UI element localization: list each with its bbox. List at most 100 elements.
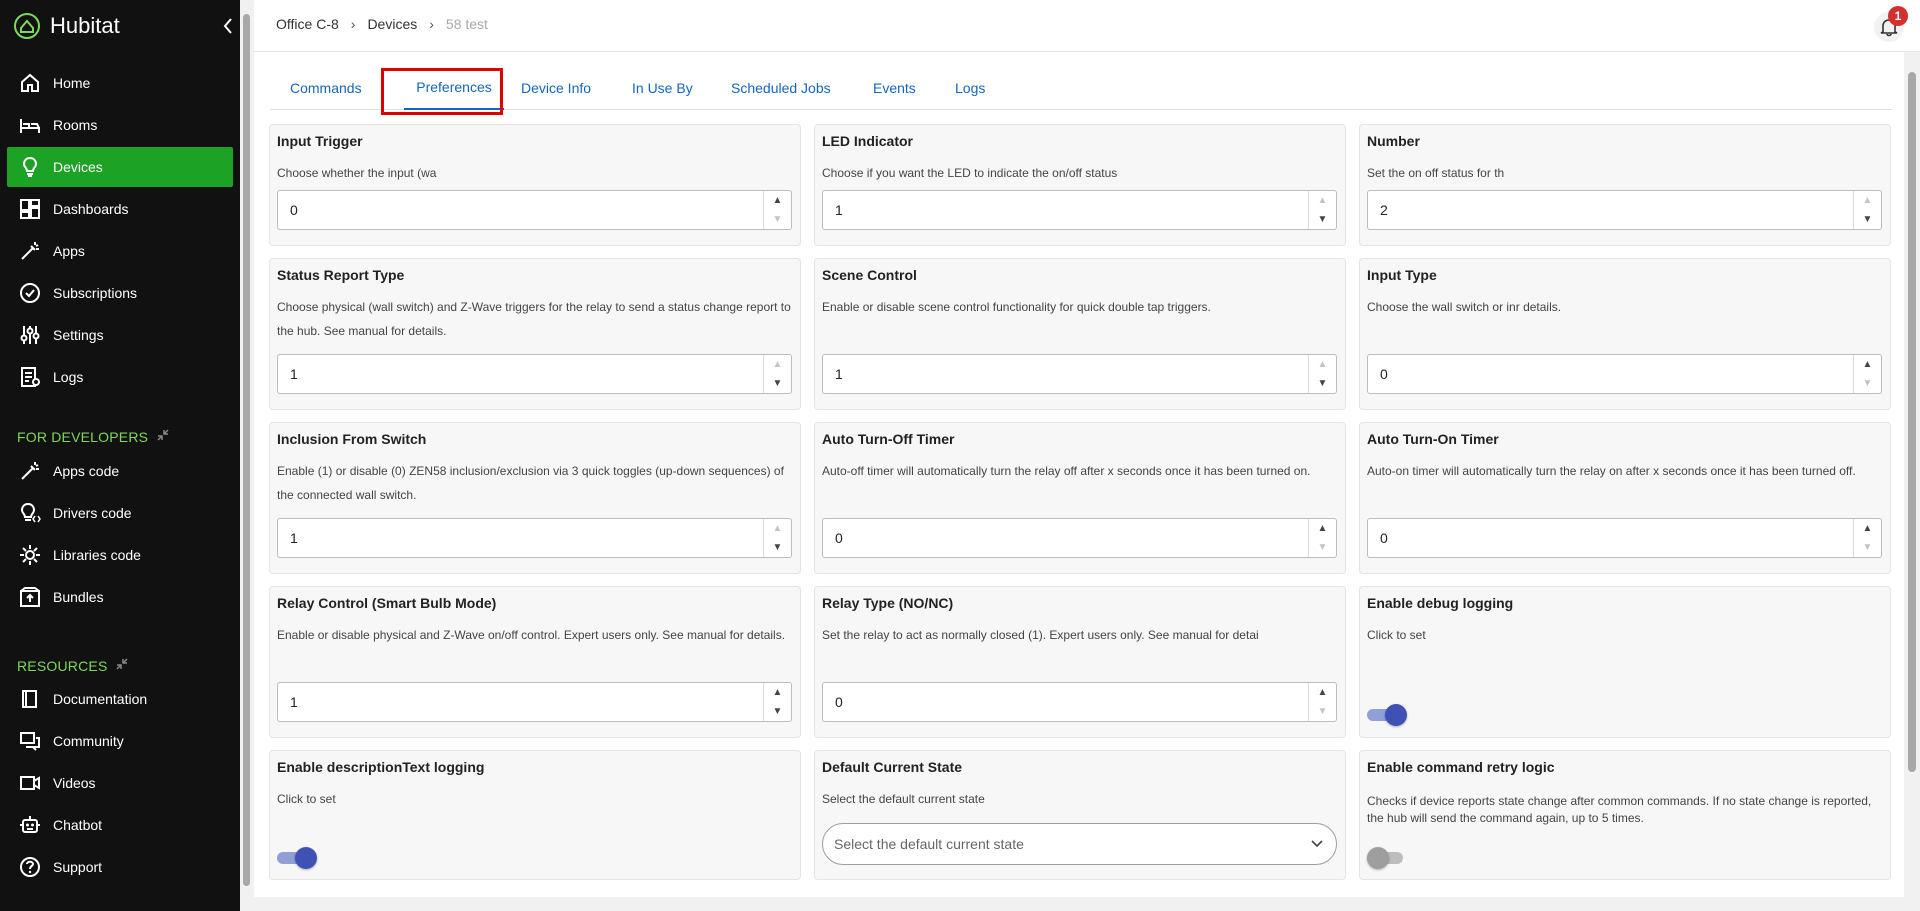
pref-auto-turn-off-timer: Auto Turn-Off Timer Auto-off timer will …	[814, 422, 1346, 574]
breadcrumb-hub[interactable]: Office C-8	[276, 16, 339, 32]
sidebar-item-dashboards[interactable]: Dashboards	[7, 189, 233, 229]
sidebar-item-subscriptions[interactable]: Subscriptions	[7, 273, 233, 313]
number-stepper[interactable]: ▲ ▼	[763, 519, 791, 557]
tab-logs[interactable]: Logs	[955, 66, 985, 110]
sidebar-item-rooms[interactable]: Rooms	[7, 105, 233, 145]
number-stepper[interactable]: ▲ ▼	[1853, 191, 1881, 229]
sidebar-item-apps[interactable]: Apps	[7, 231, 233, 271]
pref-input-type: Input Type Choose the wall switch or inr…	[1359, 258, 1891, 410]
section-for-developers[interactable]: FOR DEVELOPERS	[17, 428, 170, 445]
chevron-up-icon[interactable]: ▲	[1318, 687, 1328, 698]
chevron-down-icon[interactable]: ▼	[773, 706, 783, 717]
tab-commands[interactable]: Commands	[290, 66, 362, 110]
number-stepper[interactable]: ▲ ▼	[1308, 519, 1336, 557]
app-name: Hubitat	[50, 13, 120, 38]
field-value: 1	[290, 694, 298, 710]
chevron-down-icon[interactable]: ▼	[1318, 542, 1328, 553]
number-stepper[interactable]: ▲ ▼	[1853, 355, 1881, 393]
sidebar-item-apps-code[interactable]: Apps code	[7, 451, 233, 491]
number-field[interactable]: 2 ▲ ▼	[1367, 190, 1882, 230]
chevron-down-icon[interactable]: ▼	[1863, 542, 1873, 553]
sidebar-item-support[interactable]: Support	[7, 847, 233, 887]
retry-logic-toggle[interactable]	[1367, 847, 1407, 869]
chevron-up-icon[interactable]: ▲	[1863, 359, 1873, 370]
vertical-scrollbar[interactable]	[240, 0, 254, 911]
chevron-up-icon[interactable]: ▲	[1318, 195, 1328, 206]
sidebar-item-libraries-code[interactable]: Libraries code	[7, 535, 233, 575]
chevron-up-icon[interactable]: ▲	[773, 687, 783, 698]
number-stepper[interactable]: ▲ ▼	[1308, 683, 1336, 721]
chevron-up-icon[interactable]: ▲	[1863, 195, 1873, 206]
chevron-down-icon[interactable]: ▼	[1318, 378, 1328, 389]
default-state-select[interactable]: Select the default current state	[822, 823, 1337, 865]
collapse-section-icon[interactable]	[156, 428, 170, 445]
chevron-down-icon[interactable]: ▼	[1318, 214, 1328, 225]
collapse-sidebar-icon[interactable]	[220, 14, 236, 38]
debug-logging-toggle[interactable]	[1367, 704, 1407, 726]
chevron-down-icon[interactable]: ▼	[773, 542, 783, 553]
tab-events[interactable]: Events	[873, 66, 916, 110]
chevron-up-icon[interactable]: ▲	[773, 195, 783, 206]
number-stepper[interactable]: ▲ ▼	[763, 683, 791, 721]
home-icon	[18, 71, 42, 95]
relay-type-field[interactable]: 0 ▲ ▼	[822, 682, 1337, 722]
sidebar-item-label: Devices	[53, 159, 103, 175]
chevron-down-icon[interactable]: ▼	[1863, 214, 1873, 225]
number-stepper[interactable]: ▲ ▼	[1853, 519, 1881, 557]
field-value: 0	[835, 694, 843, 710]
scrollbar-thumb[interactable]	[1908, 72, 1916, 772]
collapse-section-icon[interactable]	[115, 657, 129, 674]
sidebar-item-logs[interactable]: Logs	[7, 357, 233, 397]
sidebar-item-label: Home	[53, 75, 91, 91]
number-stepper[interactable]: ▲ ▼	[763, 191, 791, 229]
sidebar-item-devices[interactable]: Devices	[7, 147, 233, 187]
breadcrumb-devices[interactable]: Devices	[367, 16, 417, 32]
sidebar-item-chatbot[interactable]: Chatbot	[7, 805, 233, 845]
relay-control-field[interactable]: 1 ▲ ▼	[277, 682, 792, 722]
chevron-up-icon[interactable]: ▲	[1318, 523, 1328, 534]
led-indicator-field[interactable]: 1 ▲ ▼	[822, 190, 1337, 230]
sidebar-item-home[interactable]: Home	[7, 63, 233, 103]
section-resources[interactable]: RESOURCES	[17, 657, 129, 674]
sidebar-item-label: Documentation	[53, 691, 148, 707]
breadcrumb-device: 58 test	[445, 16, 488, 32]
chevron-up-icon[interactable]: ▲	[1863, 523, 1873, 534]
pref-title: Default Current State	[822, 759, 963, 775]
chevron-up-icon[interactable]: ▲	[773, 523, 783, 534]
number-stepper[interactable]: ▲ ▼	[763, 355, 791, 393]
field-value: 0	[835, 530, 843, 546]
sidebar-item-settings[interactable]: Settings	[7, 315, 233, 355]
sidebar-item-documentation[interactable]: Documentation	[7, 679, 233, 719]
chevron-down-icon[interactable]: ▼	[1863, 378, 1873, 389]
number-stepper[interactable]: ▲ ▼	[1308, 355, 1336, 393]
pref-title: Number	[1367, 133, 1420, 149]
chevron-down-icon[interactable]: ▼	[1318, 706, 1328, 717]
auto-off-field[interactable]: 0 ▲ ▼	[822, 518, 1337, 558]
scene-control-field[interactable]: 1 ▲ ▼	[822, 354, 1337, 394]
number-stepper[interactable]: ▲ ▼	[1308, 191, 1336, 229]
sidebar-item-drivers-code[interactable]: Drivers code	[7, 493, 233, 533]
tab-scheduled-jobs[interactable]: Scheduled Jobs	[731, 66, 831, 110]
brand[interactable]: Hubitat	[12, 10, 120, 42]
scrollbar-thumb[interactable]	[243, 14, 250, 886]
input-trigger-field[interactable]: 0 ▲ ▼	[277, 190, 792, 230]
description-logging-toggle[interactable]	[277, 847, 317, 869]
chevron-up-icon[interactable]: ▲	[773, 359, 783, 370]
horizontal-scrollbar[interactable]	[254, 897, 1904, 911]
status-report-field[interactable]: 1 ▲ ▼	[277, 354, 792, 394]
pref-title: Enable command retry logic	[1367, 759, 1555, 775]
sidebar-item-videos[interactable]: Videos	[7, 763, 233, 803]
page-scrollbar[interactable]	[1904, 52, 1920, 911]
pref-status-report-type: Status Report Type Choose physical (wall…	[269, 258, 801, 410]
tab-device-info[interactable]: Device Info	[521, 66, 591, 110]
inclusion-field[interactable]: 1 ▲ ▼	[277, 518, 792, 558]
input-type-field[interactable]: 0 ▲ ▼	[1367, 354, 1882, 394]
tab-in-use-by[interactable]: In Use By	[632, 66, 693, 110]
sidebar-item-community[interactable]: Community	[7, 721, 233, 761]
chevron-down-icon[interactable]: ▼	[773, 214, 783, 225]
chevron-down-icon[interactable]: ▼	[773, 378, 783, 389]
chevron-up-icon[interactable]: ▲	[1318, 359, 1328, 370]
pref-inclusion-from-switch: Inclusion From Switch Enable (1) or disa…	[269, 422, 801, 574]
auto-on-field[interactable]: 0 ▲ ▼	[1367, 518, 1882, 558]
sidebar-item-bundles[interactable]: Bundles	[7, 577, 233, 617]
